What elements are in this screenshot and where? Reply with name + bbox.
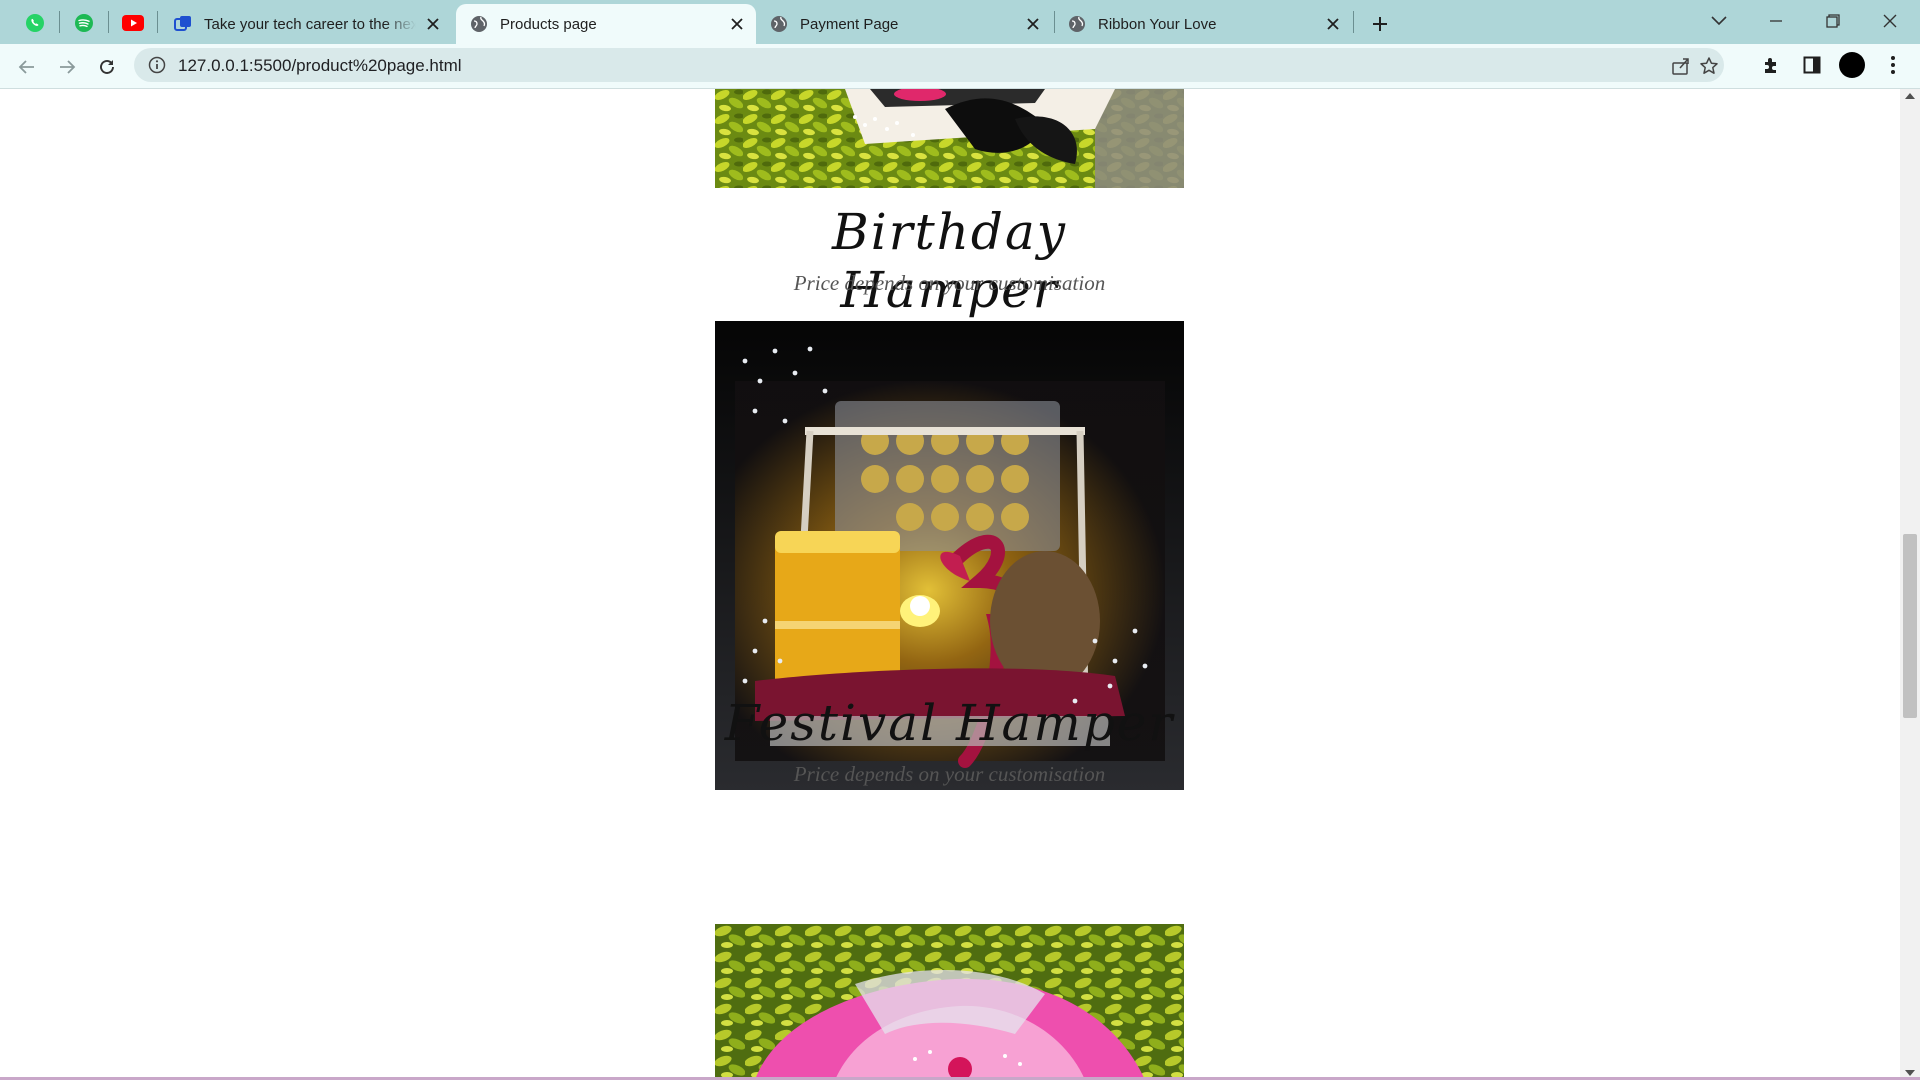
tab-tech-career[interactable]: Take your tech career to the next level — [160, 4, 452, 44]
address-bar[interactable]: 127.0.0.1:5500/product%20page.html — [134, 48, 1724, 82]
restore-button[interactable] — [1815, 6, 1851, 36]
forward-button[interactable] — [52, 52, 82, 82]
extensions-icon[interactable] — [1759, 52, 1785, 78]
tab-search-button[interactable] — [1701, 6, 1737, 36]
whatsapp-tab[interactable] — [17, 8, 53, 38]
product-title: Birthday Hamper — [832, 203, 1067, 319]
globe-icon — [1069, 16, 1085, 32]
scroll-down-arrow-icon[interactable] — [1905, 1070, 1915, 1076]
whatsapp-icon — [26, 14, 44, 32]
close-window-button[interactable] — [1872, 6, 1908, 36]
course-site-icon — [174, 16, 191, 31]
scroll-up-arrow-icon[interactable] — [1905, 93, 1915, 99]
tab-title: Take your tech career to the next level — [204, 15, 416, 33]
share-icon[interactable] — [1670, 55, 1692, 77]
tab-title: Payment Page — [800, 15, 899, 33]
close-tab-icon[interactable] — [424, 15, 442, 33]
profile-avatar[interactable] — [1839, 52, 1865, 78]
arrow-left-icon — [18, 60, 34, 74]
spotify-icon — [75, 14, 93, 32]
scrollbar-thumb[interactable] — [1903, 534, 1917, 718]
tab-title: Products page — [500, 15, 597, 33]
more-menu-icon[interactable] — [1880, 52, 1906, 78]
spotify-tab[interactable] — [66, 8, 102, 38]
product-price: Price depends on your customisation — [793, 271, 1106, 295]
tab-products-page[interactable]: Products page — [456, 4, 756, 44]
product-title: Festival Hamper — [724, 694, 1175, 752]
back-button[interactable] — [12, 52, 42, 82]
reload-icon — [100, 60, 114, 74]
chevron-down-icon — [1711, 16, 1727, 26]
close-tab-icon[interactable] — [1024, 15, 1042, 33]
side-panel-icon[interactable] — [1799, 52, 1825, 78]
page-scrollbar[interactable] — [1900, 89, 1920, 1080]
product-price: Price depends on your customisation — [793, 762, 1106, 786]
plus-icon — [1373, 17, 1387, 31]
tab-title: Ribbon Your Love — [1098, 15, 1217, 33]
next-product-image — [715, 924, 1184, 1080]
minimize-button[interactable] — [1758, 6, 1794, 36]
globe-icon — [471, 16, 487, 32]
tab-strip: Take your tech career to the next level … — [0, 0, 1920, 44]
site-info-icon[interactable] — [148, 56, 166, 74]
youtube-tab[interactable] — [115, 8, 151, 38]
tab-payment-page[interactable]: Payment Page — [756, 4, 1052, 44]
close-tab-icon[interactable] — [1324, 15, 1342, 33]
reload-button[interactable] — [92, 52, 122, 82]
arrow-right-icon — [60, 60, 76, 74]
page-viewport: Birthday Hamper Price depends on your cu… — [0, 89, 1900, 1080]
new-tab-button[interactable] — [1366, 10, 1394, 38]
restore-icon — [1826, 14, 1840, 28]
close-tab-icon[interactable] — [728, 15, 746, 33]
birthday-hamper-image — [715, 89, 1184, 188]
tab-ribbon-your-love[interactable]: Ribbon Your Love — [1054, 4, 1352, 44]
minimize-icon — [1770, 20, 1782, 22]
youtube-icon — [122, 15, 144, 31]
bookmark-star-icon[interactable] — [1698, 55, 1720, 77]
globe-icon — [771, 16, 787, 32]
url-text[interactable]: 127.0.0.1:5500/product%20page.html — [178, 56, 462, 76]
close-icon — [1883, 14, 1897, 28]
